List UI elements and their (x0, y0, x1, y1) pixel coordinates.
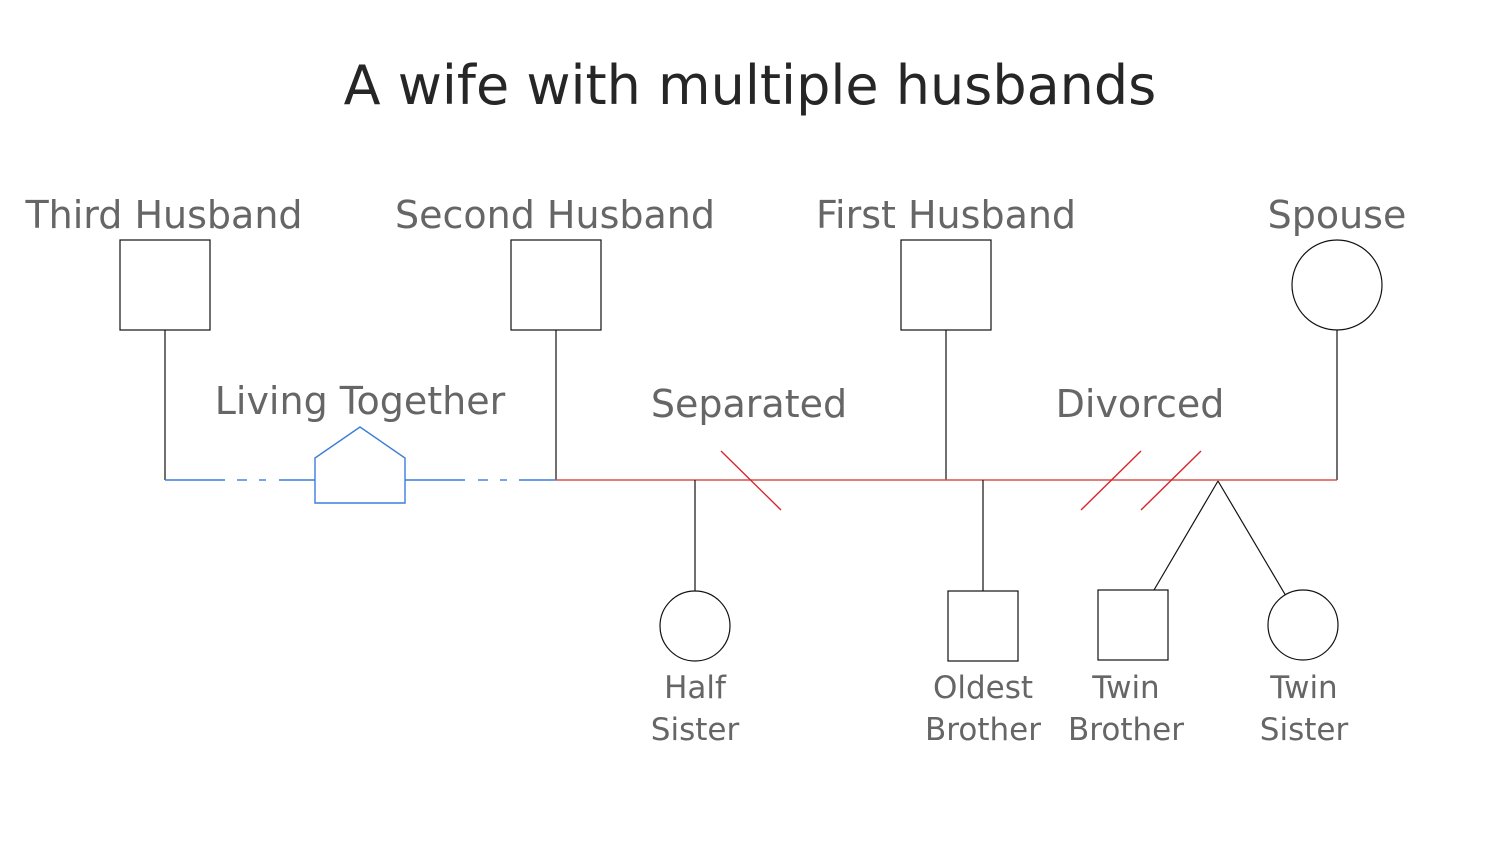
diagram-title: A wife with multiple husbands (344, 54, 1157, 117)
spouse-node[interactable] (1291, 239, 1383, 331)
twin-sister-node[interactable] (1267, 589, 1339, 661)
living-together-relationship (165, 426, 556, 504)
first-husband-node[interactable] (900, 239, 992, 331)
divorced-label: Divorced (1056, 382, 1225, 426)
twin-brother-connector (1153, 480, 1219, 591)
living-together-label: Living Together (215, 379, 506, 423)
twin-brother-node[interactable] (1097, 589, 1169, 661)
oldest-brother-node[interactable] (947, 590, 1019, 662)
twin-sister-connector (1217, 480, 1287, 597)
third-husband-label: Third Husband (24, 193, 302, 237)
twin-brother-label-line2: Brother (1068, 712, 1184, 748)
genogram-diagram: A wife with multiple husbands Third Husb… (24, 54, 1407, 748)
half-sister-node[interactable] (659, 590, 731, 662)
oldest-brother-label-line2: Brother (925, 712, 1041, 748)
house-icon (314, 426, 406, 504)
twin-brother-label-line1: Twin (1091, 670, 1159, 706)
first-husband-label: First Husband (816, 193, 1076, 237)
third-husband-node[interactable] (119, 239, 211, 331)
second-husband-node[interactable] (510, 239, 602, 331)
second-husband-label: Second Husband (395, 193, 715, 237)
twin-sister-label-line2: Sister (1260, 712, 1349, 748)
half-sister-label-line2: Sister (651, 712, 740, 748)
half-sister-label-line1: Half (664, 670, 727, 706)
separated-label: Separated (651, 382, 847, 426)
spouse-label: Spouse (1268, 193, 1407, 237)
twin-sister-label-line1: Twin (1269, 670, 1337, 706)
oldest-brother-label-line1: Oldest (933, 670, 1033, 706)
